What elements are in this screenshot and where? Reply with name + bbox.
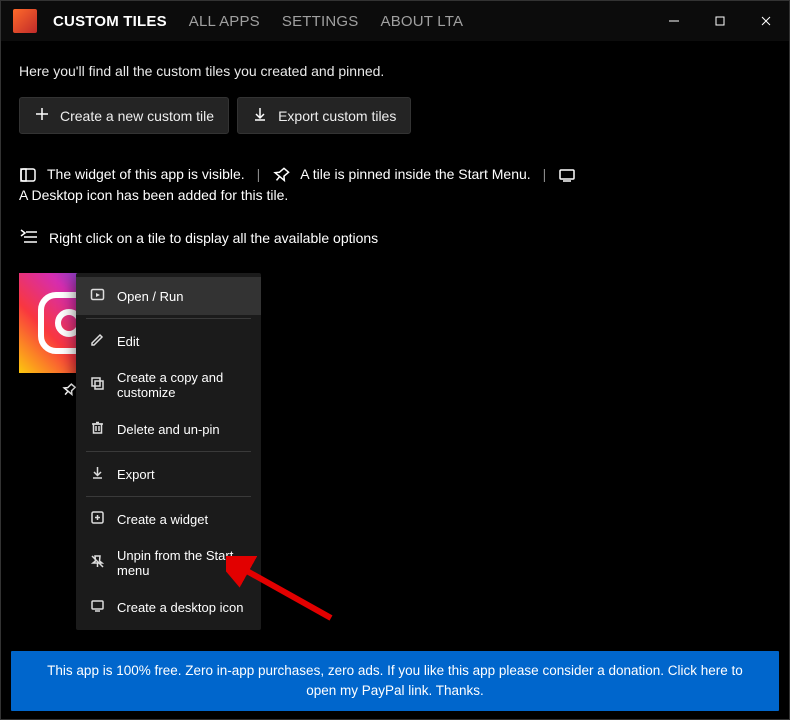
minimize-button[interactable] xyxy=(651,1,697,41)
export-tiles-label: Export custom tiles xyxy=(278,108,396,124)
widget-icon xyxy=(19,166,37,184)
ctx-open-label: Open / Run xyxy=(117,289,184,304)
nav-tabs: CUSTOM TILES ALL APPS SETTINGS ABOUT LTA xyxy=(53,13,463,30)
action-buttons: Create a new custom tile Export custom t… xyxy=(19,97,771,134)
pencil-icon xyxy=(90,332,105,350)
run-icon xyxy=(90,287,105,305)
app-logo xyxy=(13,9,37,33)
ctx-widget[interactable]: Create a widget xyxy=(76,500,261,538)
context-menu: Open / Run Edit Create a copy and custom… xyxy=(76,273,261,630)
ctx-widget-label: Create a widget xyxy=(117,512,208,527)
tab-settings[interactable]: SETTINGS xyxy=(282,13,359,30)
donation-banner[interactable]: This app is 100% free. Zero in-app purch… xyxy=(11,651,779,712)
list-icon xyxy=(19,228,39,247)
ctx-copy-label: Create a copy and customize xyxy=(117,370,247,400)
ctx-copy[interactable]: Create a copy and customize xyxy=(76,360,261,410)
trash-icon xyxy=(90,420,105,438)
tab-about[interactable]: ABOUT LTA xyxy=(381,13,464,30)
ctx-delete-label: Delete and un-pin xyxy=(117,422,220,437)
ctx-divider xyxy=(86,496,251,497)
ctx-export-label: Export xyxy=(117,467,155,482)
tab-custom-tiles[interactable]: CUSTOM TILES xyxy=(53,13,167,30)
ctx-edit[interactable]: Edit xyxy=(76,322,261,360)
pin-icon xyxy=(272,166,290,184)
ctx-edit-label: Edit xyxy=(117,334,139,349)
maximize-button[interactable] xyxy=(697,1,743,41)
copy-icon xyxy=(90,376,105,394)
legend-desktop-text: A Desktop icon has been added for this t… xyxy=(19,185,288,206)
legend-pin-text: A tile is pinned inside the Start Menu. xyxy=(300,164,530,185)
widget-add-icon xyxy=(90,510,105,528)
ctx-divider xyxy=(86,451,251,452)
close-button[interactable] xyxy=(743,1,789,41)
legend: The widget of this app is visible. | A t… xyxy=(19,164,771,206)
ctx-unpin-label: Unpin from the Start menu xyxy=(117,548,247,578)
donation-text: This app is 100% free. Zero in-app purch… xyxy=(47,663,743,698)
create-tile-label: Create a new custom tile xyxy=(60,108,214,124)
ctx-open-run[interactable]: Open / Run xyxy=(76,277,261,315)
intro-text: Here you'll find all the custom tiles yo… xyxy=(19,63,771,79)
rightclick-hint-text: Right click on a tile to display all the… xyxy=(49,230,378,246)
ctx-desktop-label: Create a desktop icon xyxy=(117,600,243,615)
download-icon xyxy=(252,106,268,125)
ctx-delete[interactable]: Delete and un-pin xyxy=(76,410,261,448)
plus-icon xyxy=(34,106,50,125)
titlebar: CUSTOM TILES ALL APPS SETTINGS ABOUT LTA xyxy=(1,1,789,41)
download-icon xyxy=(90,465,105,483)
ctx-desktop-icon[interactable]: Create a desktop icon xyxy=(76,588,261,626)
tab-all-apps[interactable]: ALL APPS xyxy=(189,13,260,30)
ctx-export[interactable]: Export xyxy=(76,455,261,493)
ctx-unpin[interactable]: Unpin from the Start menu xyxy=(76,538,261,588)
ctx-divider xyxy=(86,318,251,319)
create-tile-button[interactable]: Create a new custom tile xyxy=(19,97,229,134)
export-tiles-button[interactable]: Export custom tiles xyxy=(237,97,411,134)
unpin-icon xyxy=(90,554,105,572)
legend-widget-text: The widget of this app is visible. xyxy=(47,164,245,185)
window-buttons xyxy=(651,1,789,41)
legend-separator: | xyxy=(257,164,261,185)
desktop-icon xyxy=(558,166,576,184)
desktop-icon xyxy=(90,598,105,616)
legend-separator: | xyxy=(543,164,547,185)
rightclick-hint: Right click on a tile to display all the… xyxy=(19,228,771,247)
